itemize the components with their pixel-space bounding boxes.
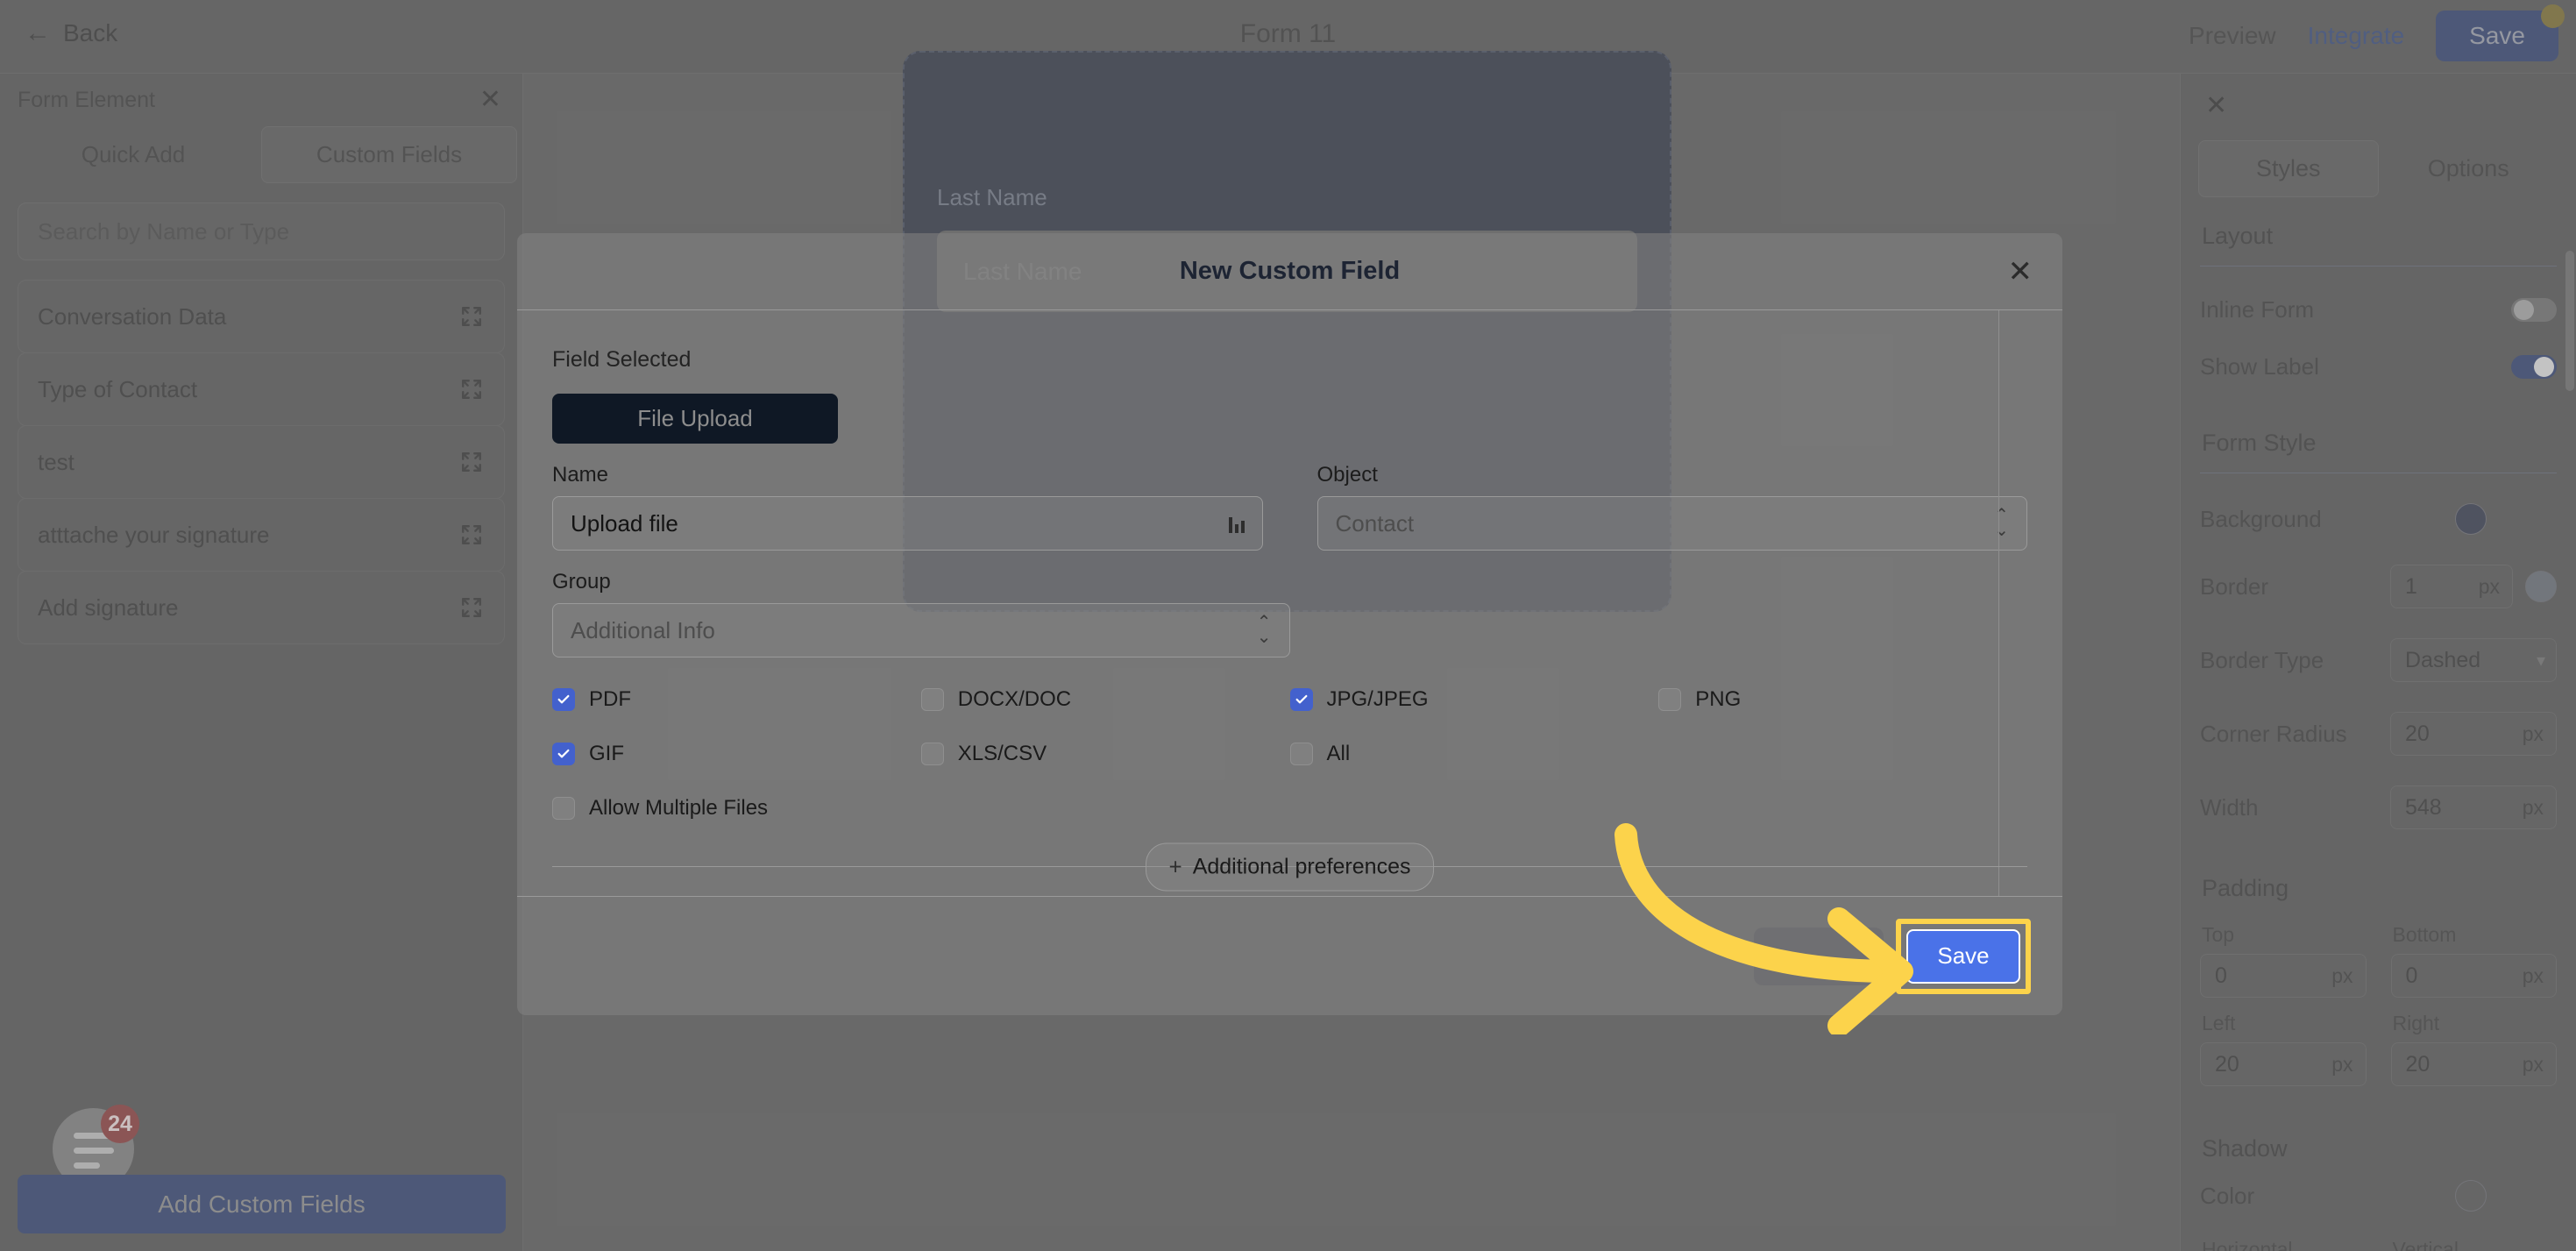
checkbox-label: XLS/CSV (957, 742, 1047, 765)
chevron-updown-icon: ⌃ ⌄ (1994, 506, 2009, 540)
new-custom-field-modal: New Custom Field ✕ Field Selected File U… (517, 233, 2062, 1015)
checkbox-jpg-jpeg[interactable]: JPG/JPEG (1289, 687, 1659, 712)
checkbox-allow-multiple-files[interactable]: Allow Multiple Files (552, 796, 921, 821)
cancel-button[interactable] (1754, 927, 1884, 985)
checkbox-box (552, 797, 575, 820)
chevron-updown-icon: ⌃ ⌄ (1256, 613, 1272, 647)
checkbox-label: JPG/JPEG (1326, 687, 1429, 711)
save-button[interactable]: Save (1906, 928, 2020, 984)
checkbox-label: GIF (589, 742, 624, 765)
checkbox-box (1289, 688, 1313, 711)
checkbox-label: DOCX/DOC (957, 687, 1072, 711)
bars-icon (1228, 514, 1245, 533)
object-label: Object (1316, 463, 1378, 487)
name-object-grid: Name Upload file Object Contact ⌃ ⌄ (552, 463, 2027, 551)
modal-header: New Custom Field ✕ (517, 233, 2062, 310)
file-type-checkbox-grid: PDF DOCX/DOC JPG/JPEG PNG GIF XLS/CSV Al… (552, 687, 2027, 821)
app-root: ← Back Form 11 Preview Integrate Save Fo… (0, 0, 2576, 1251)
checkbox-label: Allow Multiple Files (589, 796, 769, 820)
group-label: Group (552, 570, 611, 594)
checkbox-box (1289, 743, 1313, 765)
selected-field-type-button[interactable]: File Upload (552, 394, 838, 444)
name-label: Name (552, 463, 609, 487)
modal-title: New Custom Field (1179, 257, 1401, 285)
additional-preferences-row: + Additional preferences (552, 842, 2027, 891)
additional-preferences-button[interactable]: + Additional preferences (1145, 842, 1435, 891)
checkbox-label: PNG (1695, 687, 1742, 711)
plus-icon: + (1168, 853, 1182, 879)
modal-footer: Save (517, 896, 2062, 1015)
checkbox-box (552, 688, 575, 711)
object-placeholder: Contact (1335, 509, 1415, 537)
checkbox-box (552, 743, 575, 765)
name-value: Upload file (571, 509, 678, 537)
checkbox-png[interactable]: PNG (1658, 687, 2027, 712)
group-select[interactable]: Additional Info ⌃ ⌄ (552, 603, 1290, 657)
checkbox-box (920, 743, 944, 765)
modal-body: Field Selected File Upload Name Upload f… (517, 310, 2062, 896)
checkbox-all[interactable]: All (1289, 742, 1659, 766)
save-button-highlight: Save (1896, 918, 2031, 994)
checkbox-gif[interactable]: GIF (552, 742, 921, 766)
checkbox-label: PDF (589, 687, 631, 711)
group-wrapper: Group Additional Info ⌃ ⌄ (552, 570, 1290, 657)
checkbox-box (920, 688, 944, 711)
group-placeholder: Additional Info (571, 616, 715, 643)
checkbox-box (1658, 688, 1682, 711)
additional-preferences-label: Additional preferences (1192, 854, 1411, 878)
object-select[interactable]: Contact ⌃ ⌄ (1316, 496, 2027, 551)
modal-scroll-divider (1998, 310, 1999, 896)
checkbox-docx-doc[interactable]: DOCX/DOC (920, 687, 1290, 712)
checkbox-pdf[interactable]: PDF (552, 687, 921, 712)
close-icon[interactable]: ✕ (2008, 257, 2033, 287)
name-input[interactable]: Upload file (552, 496, 1263, 551)
field-selected-label: Field Selected (552, 347, 692, 372)
checkbox-label: All (1326, 742, 1351, 765)
checkbox-xls-csv[interactable]: XLS/CSV (920, 742, 1290, 766)
grid-spacer (1658, 742, 2027, 766)
